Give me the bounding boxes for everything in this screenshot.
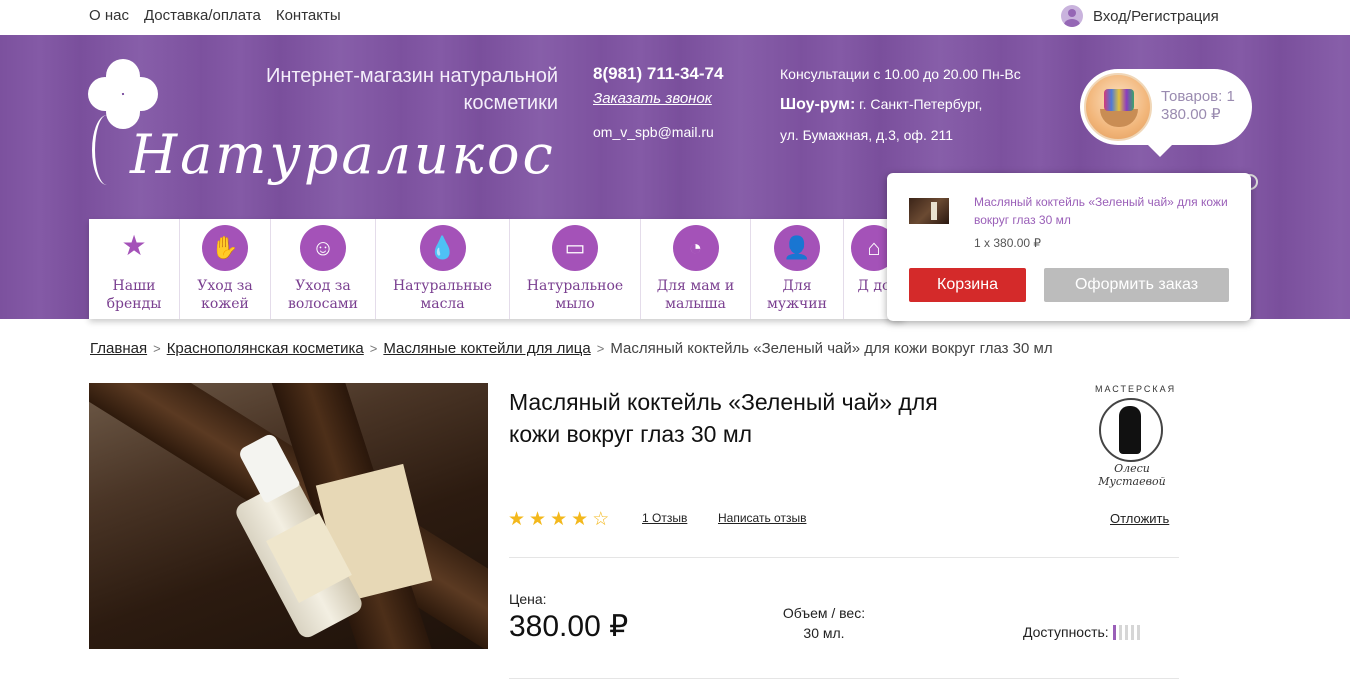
- category-label: Для мужчин: [767, 278, 827, 312]
- cart-item-thumbnail[interactable]: [909, 198, 949, 224]
- category-moms-kids[interactable]: ◔ Для мам и малыша: [641, 219, 751, 319]
- top-bar: О нас Доставка/оплата Контакты Вход/Реги…: [0, 0, 1350, 35]
- availability-label: Доступность:: [1023, 624, 1109, 640]
- duck-icon: ◔: [672, 225, 719, 271]
- breadcrumb-separator: >: [596, 341, 605, 356]
- availability-indicator: [1112, 624, 1140, 640]
- category-label: Д до: [857, 278, 891, 294]
- breadcrumb-separator: >: [369, 341, 378, 356]
- product-photo[interactable]: [89, 383, 488, 649]
- address: ул. Бумажная, д.3, оф. 211: [780, 127, 954, 143]
- hand-icon: ✋: [202, 225, 248, 271]
- login-label: Вход/Регистрация: [1093, 7, 1219, 25]
- star-filled-icon[interactable]: ★: [508, 508, 525, 531]
- top-nav: О нас Доставка/оплата Контакты: [89, 7, 341, 24]
- breadcrumb: Главная > Краснополянская косметика > Ма…: [90, 340, 1053, 357]
- category-label: Уход за кожей: [197, 278, 253, 312]
- phone-number[interactable]: 8(981) 711-34-74: [593, 64, 723, 84]
- rating-stars[interactable]: ★ ★ ★ ★ ☆: [508, 508, 609, 531]
- showroom-label: Шоу-рум:: [780, 96, 856, 113]
- man-icon: 👤: [774, 225, 820, 271]
- category-label: Для мам и малыша: [656, 278, 735, 312]
- availability-bar: [1124, 624, 1128, 640]
- category-brands[interactable]: ★ Наши бренды: [89, 219, 180, 319]
- divider: [509, 557, 1179, 558]
- reviews-link[interactable]: 1 Отзыв: [642, 511, 687, 525]
- cart-item-name[interactable]: Масляный коктейль «Зеленый чай» для кожи…: [974, 193, 1234, 229]
- user-icon: [1061, 5, 1083, 27]
- category-menu: ★ Наши бренды ✋ Уход за кожей ☺ Уход за …: [89, 219, 904, 319]
- star-icon: ★: [121, 229, 147, 261]
- login-link[interactable]: Вход/Регистрация: [1061, 5, 1219, 27]
- checkout-button[interactable]: Оформить заказ: [1044, 268, 1229, 302]
- breadcrumb-home[interactable]: Главная: [90, 340, 147, 357]
- price-label: Цена:: [509, 591, 547, 607]
- callback-link[interactable]: Заказать звонок: [593, 90, 712, 107]
- star-filled-icon[interactable]: ★: [550, 508, 567, 531]
- category-soap[interactable]: ▭ Натуральное мыло: [510, 219, 641, 319]
- consult-hours: Консультации с 10.00 до 20.00 Пн-Вс: [780, 66, 1021, 82]
- mini-cart[interactable]: Товаров: 1 380.00 ₽: [1080, 69, 1252, 157]
- breadcrumb-category[interactable]: Масляные коктейли для лица: [383, 340, 590, 357]
- showroom: Шоу-рум: г. Санкт-Петербург,: [780, 96, 982, 114]
- category-men[interactable]: 👤 Для мужчин: [751, 219, 844, 319]
- cart-sum: 380.00 ₽: [1161, 106, 1221, 123]
- brand-logo[interactable]: МАСТЕРСКАЯ Олеси Мустаевой: [1089, 384, 1177, 488]
- category-label: Натуральное мыло: [526, 278, 624, 312]
- logo-clover-icon[interactable]: [88, 59, 158, 129]
- drops-icon: 💧: [419, 225, 466, 271]
- category-label: Натуральные масла: [392, 278, 493, 312]
- category-oils[interactable]: 💧 Натуральные масла: [376, 219, 510, 319]
- divider: [509, 678, 1179, 679]
- basket-icon: [1084, 73, 1152, 141]
- logo-swoosh: [92, 115, 122, 185]
- cart-dropdown: Масляный коктейль «Зеленый чай» для кожи…: [887, 173, 1251, 321]
- star-filled-icon[interactable]: ★: [529, 508, 546, 531]
- category-label: Уход за волосами: [287, 278, 359, 312]
- price-value: 380.00 ₽: [509, 610, 629, 643]
- category-skin-care[interactable]: ✋ Уход за кожей: [180, 219, 271, 319]
- category-hair-care[interactable]: ☺ Уход за волосами: [271, 219, 376, 319]
- availability-bar: [1130, 624, 1134, 640]
- nav-about-link[interactable]: О нас: [89, 7, 129, 24]
- product-title: Масляный коктейль «Зеленый чай» для кожи…: [509, 389, 938, 447]
- category-label: Наши бренды: [106, 278, 162, 312]
- logo-text[interactable]: Натураликос: [130, 123, 556, 186]
- availability-bar: [1112, 624, 1116, 640]
- brand-logo-figure: [1119, 406, 1141, 454]
- nav-contacts-link[interactable]: Контакты: [276, 7, 341, 24]
- tagline: Интернет-магазин натуральной косметики: [265, 65, 558, 114]
- showroom-city: г. Санкт-Петербург,: [855, 96, 983, 112]
- soap-icon: ▭: [552, 225, 598, 271]
- volume-value: 30 мл.: [803, 625, 845, 641]
- write-review-link[interactable]: Написать отзыв: [718, 511, 806, 525]
- availability: Доступность:: [1023, 624, 1140, 640]
- brand-logo-bottom-text: Олеси Мустаевой: [1098, 462, 1166, 488]
- brand-logo-top-text: МАСТЕРСКАЯ: [1095, 384, 1177, 394]
- nav-delivery-link[interactable]: Доставка/оплата: [144, 7, 261, 24]
- cart-button[interactable]: Корзина: [909, 268, 1026, 302]
- email-link[interactable]: om_v_spb@mail.ru: [593, 124, 714, 140]
- cart-item-qty: 1 x 380.00 ₽: [974, 236, 1042, 250]
- breadcrumb-separator: >: [153, 341, 161, 356]
- breadcrumb-current: Масляный коктейль «Зеленый чай» для кожи…: [610, 340, 1053, 357]
- star-filled-icon[interactable]: ★: [571, 508, 588, 531]
- volume-label: Объем / вес:: [782, 605, 866, 621]
- star-empty-icon[interactable]: ☆: [592, 508, 609, 531]
- breadcrumb-brand[interactable]: Краснополянская косметика: [167, 340, 364, 357]
- cart-count: Товаров: 1: [1161, 88, 1235, 105]
- hair-icon: ☺: [300, 225, 346, 271]
- postpone-link[interactable]: Отложить: [1110, 511, 1169, 526]
- availability-bar: [1118, 624, 1122, 640]
- availability-bar: [1136, 624, 1140, 640]
